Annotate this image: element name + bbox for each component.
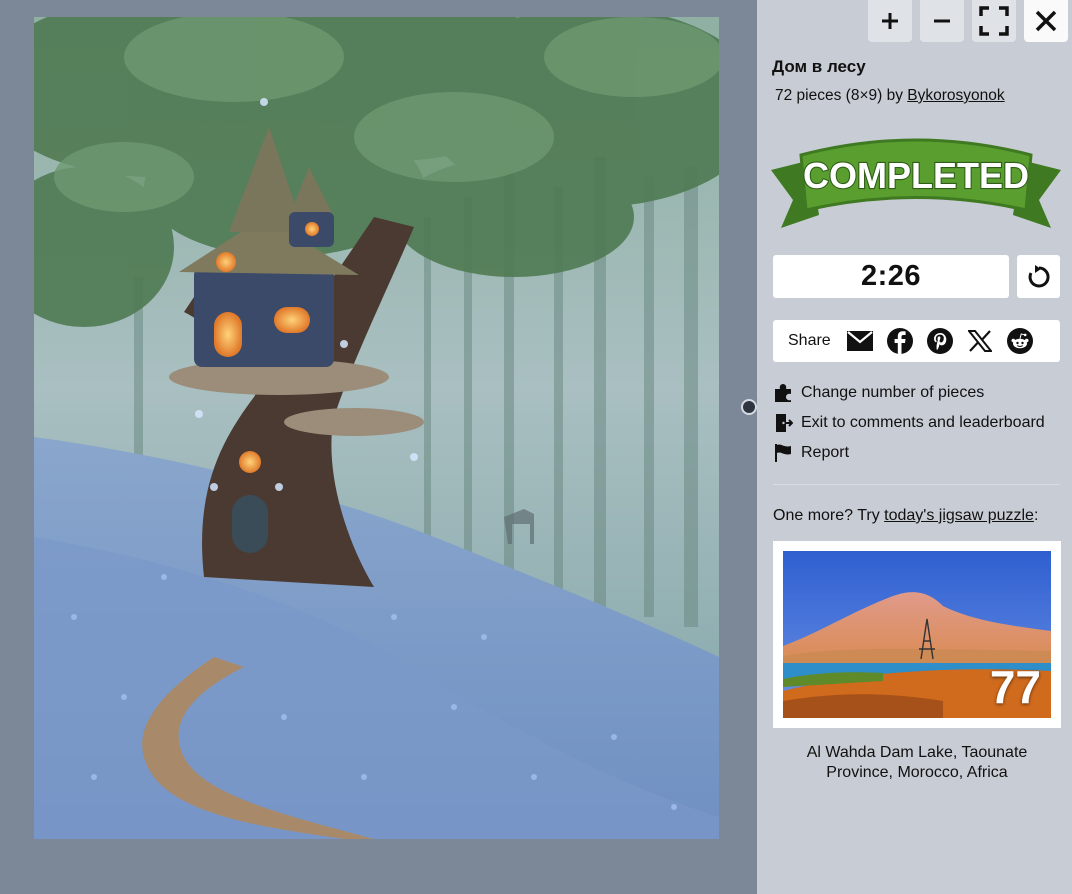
change-pieces-link[interactable]: Change number of pieces [773,383,984,403]
todays-puzzle-link[interactable]: today's jigsaw puzzle [884,507,1034,524]
zoom-in-button[interactable] [868,0,912,42]
share-label: Share [788,332,831,349]
report-label: Report [801,444,850,461]
author-link[interactable]: Bykorosyonok [907,87,1004,104]
thumbnail-piece-count: 77 [989,661,1041,713]
pinterest-share-button[interactable] [927,328,954,355]
report-link[interactable]: Report [773,443,849,463]
puzzle-piece-icon [775,384,791,402]
reddit-share-button[interactable] [1007,328,1034,355]
pinterest-icon [927,328,954,354]
fullscreen-button[interactable] [972,0,1016,42]
pieces-info: 72 pieces (8×9) by [775,87,903,104]
email-share-button[interactable] [847,328,874,355]
puzzle-image[interactable] [34,17,719,839]
close-icon [1035,10,1057,32]
facebook-share-button[interactable] [887,328,914,355]
exit-door-icon [776,414,793,432]
completed-text: COMPLETED [803,155,1029,196]
puzzle-stage [0,0,757,894]
treehouse-illustration [34,17,719,839]
one-more-text: One more? Try today's jigsaw puzzle: [773,507,1038,525]
close-button[interactable] [1024,0,1068,42]
exit-comments-link[interactable]: Exit to comments and leaderboard [773,413,1045,433]
facebook-icon [887,328,914,354]
puzzle-meta: 72 pieces (8×9) by Bykorosyonok [775,87,1005,105]
change-pieces-label: Change number of pieces [801,384,985,401]
one-more-prefix: One more? Try [773,507,880,524]
resize-handle[interactable] [741,399,757,415]
email-icon [847,331,874,351]
flag-icon [775,444,791,462]
plus-icon [882,13,898,29]
restart-button[interactable] [1017,255,1060,298]
daily-puzzle-thumbnail[interactable]: 77 [773,541,1061,728]
fullscreen-icon [979,6,1009,36]
daily-puzzle-caption: Al Wahda Dam Lake, Taounate Province, Mo… [806,744,1028,781]
one-more-suffix: : [1033,507,1039,524]
side-panel: Дом в лесу 72 pieces (8×9) by Bykorosyon… [757,0,1072,894]
completed-banner: COMPLETED [771,138,1061,228]
puzzle-title: Дом в лесу [772,57,866,76]
x-icon [968,330,993,352]
timer: 2:26 [773,255,1009,298]
share-bar: Share [773,320,1060,362]
toolbar [868,0,1068,42]
zoom-out-button[interactable] [920,0,964,42]
exit-comments-label: Exit to comments and leaderboard [801,414,1045,431]
reddit-icon [1007,328,1034,354]
minus-icon [934,19,950,23]
divider [773,484,1060,485]
x-share-button[interactable] [967,328,994,355]
restart-icon [1028,264,1050,287]
